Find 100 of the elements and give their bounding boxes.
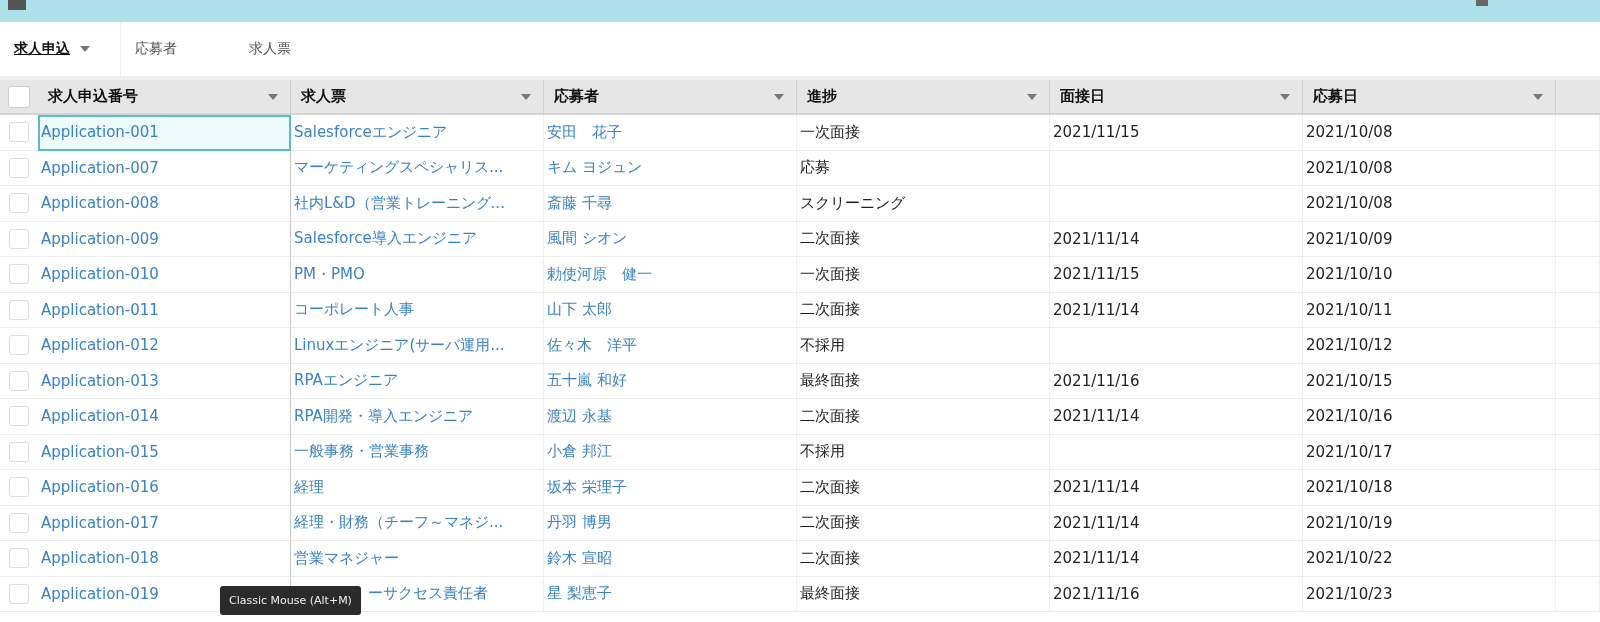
link-cell[interactable]: 渡辺 永基 <box>544 399 797 435</box>
caret-icon[interactable] <box>80 46 90 52</box>
link-cell[interactable]: Salesforce導入エンジニア <box>291 221 544 257</box>
link-cell[interactable]: 小倉 邦江 <box>544 434 797 470</box>
row-checkbox[interactable] <box>9 264 29 285</box>
table-cell: 二次面接 <box>797 221 1050 257</box>
link-cell[interactable]: Application-016 <box>38 470 291 506</box>
link-cell[interactable]: 営業マネジャー <box>291 541 544 577</box>
row-checkbox[interactable] <box>9 157 29 178</box>
table-cell: 2021/11/16 <box>1050 363 1303 399</box>
link-cell[interactable]: PM・PMO <box>291 257 544 293</box>
link-cell[interactable]: RPA開発・導入エンジニア <box>291 399 544 435</box>
row-checkbox[interactable] <box>9 441 29 462</box>
table-cell: 2021/10/11 <box>1303 292 1556 328</box>
row-checkbox[interactable] <box>9 122 29 143</box>
link-cell[interactable]: マーケティングスペシャリス... <box>291 150 544 186</box>
link-cell[interactable]: Application-018 <box>38 541 291 577</box>
table-cell: 2021/10/08 <box>1303 150 1556 186</box>
row-checkbox[interactable] <box>9 477 29 498</box>
column-header[interactable]: 面接日 <box>1050 80 1303 115</box>
link-cell[interactable]: RPAエンジニア <box>291 363 544 399</box>
empty-cell <box>1556 115 1600 151</box>
column-header[interactable]: 応募者 <box>544 80 797 115</box>
link-cell[interactable]: Application-014 <box>38 399 291 435</box>
sort-caret-icon <box>774 93 784 100</box>
row-checkbox[interactable] <box>9 299 29 320</box>
link-cell[interactable]: Application-010 <box>38 257 291 293</box>
link-cell[interactable]: 坂本 栄理子 <box>544 470 797 506</box>
sort-caret-icon <box>268 93 278 100</box>
tab[interactable]: 応募者 <box>121 22 235 76</box>
column-header[interactable]: 応募日 <box>1303 80 1556 115</box>
link-cell[interactable]: Application-009 <box>38 221 291 257</box>
link-cell[interactable]: 経理・財務（チーフ～マネジ... <box>291 505 544 541</box>
link-cell[interactable]: 一般事務・営業事務 <box>291 434 544 470</box>
row-checkbox[interactable] <box>9 193 29 214</box>
link-cell[interactable]: Linuxエンジニア(サーバ運用... <box>291 328 544 364</box>
table-cell: 不採用 <box>797 328 1050 364</box>
link-cell[interactable]: 経理 <box>291 470 544 506</box>
table-cell: 2021/10/16 <box>1303 399 1556 435</box>
row-checkbox[interactable] <box>9 228 29 249</box>
tab[interactable]: 求人票 <box>235 22 349 76</box>
link-cell[interactable]: 勅使河原 健一 <box>544 257 797 293</box>
link-cell[interactable]: Application-011 <box>38 292 291 328</box>
link-cell[interactable]: 鈴木 宣昭 <box>544 541 797 577</box>
row-checkbox[interactable] <box>9 335 29 356</box>
link-cell[interactable]: Application-015 <box>38 434 291 470</box>
table-cell: 二次面接 <box>797 470 1050 506</box>
tab[interactable]: 求人申込 <box>0 22 121 76</box>
link-cell[interactable]: Application-007 <box>38 150 291 186</box>
table-cell: 二次面接 <box>797 399 1050 435</box>
link-cell[interactable]: Salesforceエンジニア <box>291 115 544 151</box>
link-cell[interactable]: 星 梨恵子 <box>544 576 797 612</box>
link-cell[interactable]: 斎藤 千尋 <box>544 186 797 222</box>
table-cell: 2021/10/08 <box>1303 115 1556 151</box>
table-cell: 2021/10/17 <box>1303 434 1556 470</box>
link-cell[interactable]: Application-012 <box>38 328 291 364</box>
table-cell: 応募 <box>797 150 1050 186</box>
sort-caret-icon <box>1027 93 1037 100</box>
link-cell[interactable]: キム ヨジュン <box>544 150 797 186</box>
table-cell: スクリーニング <box>797 186 1050 222</box>
table-cell: 2021/11/14 <box>1050 292 1303 328</box>
table-cell: 2021/11/14 <box>1050 505 1303 541</box>
table-cell: 二次面接 <box>797 505 1050 541</box>
link-cell[interactable]: コーポレート人事 <box>291 292 544 328</box>
row-checkbox[interactable] <box>9 583 29 604</box>
table-cell: 一次面接 <box>797 257 1050 293</box>
app-icon <box>8 0 26 10</box>
link-cell[interactable]: Application-001 <box>38 115 291 151</box>
row-checkbox[interactable] <box>9 370 29 391</box>
table-cell-link[interactable]: ーサクセス責任者 <box>368 584 488 603</box>
link-cell[interactable]: 佐々木 洋平 <box>544 328 797 364</box>
tooltip: Classic Mouse (Alt+M) <box>220 586 361 616</box>
table-cell: 不採用 <box>797 434 1050 470</box>
table-cell: 2021/10/08 <box>1303 186 1556 222</box>
link-cell[interactable]: 社内L&D（営業トレーニング... <box>291 186 544 222</box>
row-checkbox[interactable] <box>9 512 29 533</box>
link-cell[interactable]: 風間 シオン <box>544 221 797 257</box>
table-cell: 一次面接 <box>797 115 1050 151</box>
link-cell[interactable]: Application-013 <box>38 363 291 399</box>
table-cell: 二次面接 <box>797 541 1050 577</box>
link-cell[interactable]: 安田 花子 <box>544 115 797 151</box>
link-cell[interactable]: Application-008 <box>38 186 291 222</box>
table-cell: 2021/11/15 <box>1050 257 1303 293</box>
column-header[interactable]: 進捗 <box>797 80 1050 115</box>
table-cell: 2021/10/12 <box>1303 328 1556 364</box>
table-cell: 2021/10/15 <box>1303 363 1556 399</box>
link-cell[interactable]: Application-017 <box>38 505 291 541</box>
link-cell[interactable]: 五十嵐 和好 <box>544 363 797 399</box>
table-cell: 最終面接 <box>797 363 1050 399</box>
row-checkbox[interactable] <box>9 406 29 427</box>
table-cell: 2021/10/22 <box>1303 541 1556 577</box>
link-cell[interactable]: 山下 太郎 <box>544 292 797 328</box>
link-cell[interactable]: 丹羽 博男 <box>544 505 797 541</box>
table-cell: 2021/11/15 <box>1050 115 1303 151</box>
column-header[interactable]: 求人票 <box>291 80 544 115</box>
table-cell: 2021/11/14 <box>1050 221 1303 257</box>
select-all-checkbox[interactable] <box>8 85 30 108</box>
row-checkbox[interactable] <box>9 548 29 569</box>
table-cell: 2021/11/14 <box>1050 470 1303 506</box>
column-header[interactable]: 求人申込番号 <box>38 80 291 115</box>
